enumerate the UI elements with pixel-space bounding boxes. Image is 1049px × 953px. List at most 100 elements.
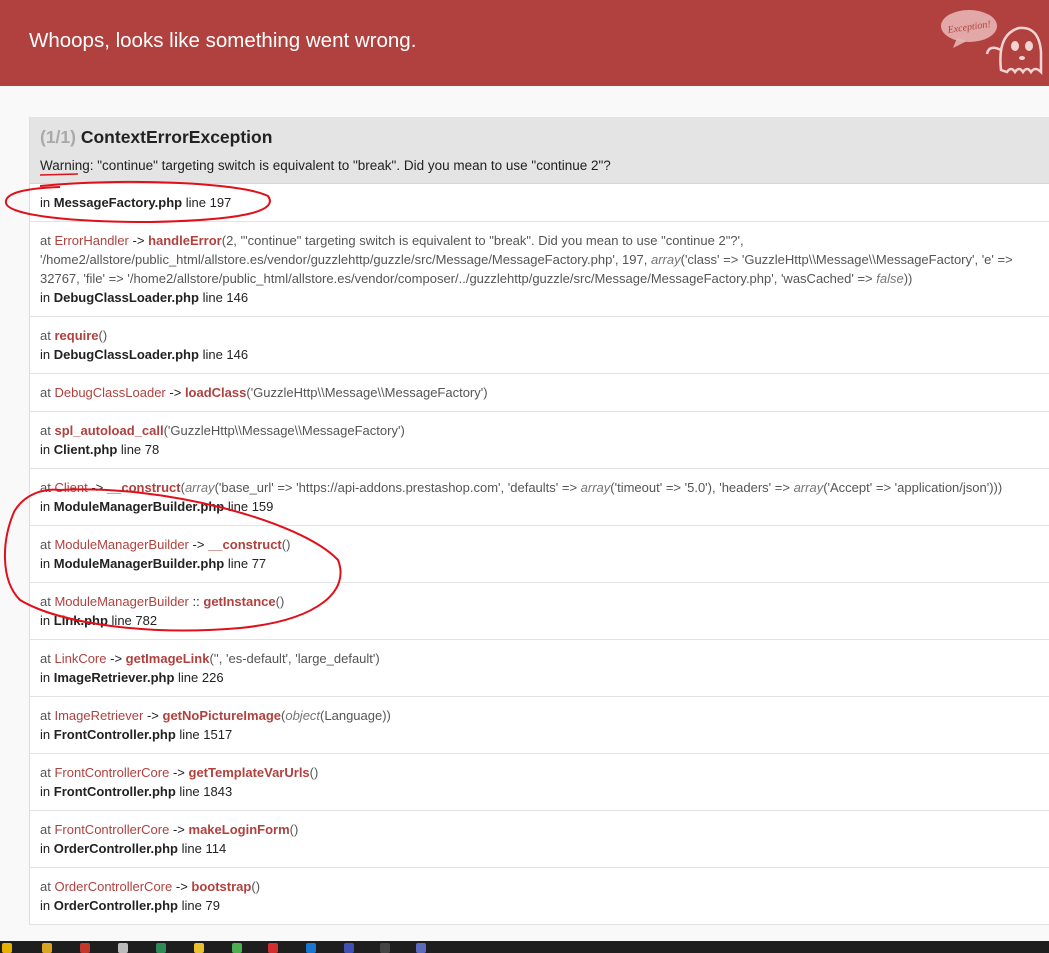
trace-args: ('timeout' => '5.0'), 'headers' => <box>610 480 794 495</box>
trace-function: handleError <box>148 233 222 248</box>
trace-line: line 77 <box>227 556 267 571</box>
trace-item: at LinkCore -> getImageLink('', 'es-defa… <box>30 640 1049 697</box>
start-icon[interactable] <box>2 943 12 953</box>
trace-line: line 146 <box>202 347 249 362</box>
trace-args: () <box>309 765 319 780</box>
trace-at: at <box>40 537 51 552</box>
trace-at: at <box>40 822 51 837</box>
trace-call: at FrontControllerCore -> makeLoginForm(… <box>40 820 1049 839</box>
app-icon[interactable] <box>232 943 242 953</box>
app-icon[interactable] <box>80 943 90 953</box>
trace-in: in <box>40 613 51 628</box>
trace-call: at ErrorHandler -> handleError(2, '"cont… <box>40 231 1049 288</box>
trace-function: spl_autoload_call <box>54 423 164 438</box>
trace-location: in ModuleManagerBuilder.php line 159 <box>40 497 1049 516</box>
trace-in: in <box>40 841 51 856</box>
app-icon[interactable] <box>380 943 390 953</box>
trace-args: () <box>98 328 108 343</box>
trace-location: in ImageRetriever.php line 226 <box>40 668 1049 687</box>
app-icon[interactable] <box>344 943 354 953</box>
trace-args: array <box>184 480 215 495</box>
trace-args: ('base_url' => 'https://api-addons.prest… <box>214 480 581 495</box>
trace-location: in Client.php line 78 <box>40 440 1049 459</box>
trace-file: DebugClassLoader.php <box>53 290 199 305</box>
trace-args: () <box>275 594 285 609</box>
trace-class: LinkCore <box>54 651 107 666</box>
trace-in: in <box>40 442 51 457</box>
trace-in: in <box>40 195 51 210</box>
trace-function: getTemplateVarUrls <box>188 765 310 780</box>
trace-file: FrontController.php <box>53 727 176 742</box>
trace-location: in ModuleManagerBuilder.php line 77 <box>40 554 1049 573</box>
trace-call: at ModuleManagerBuilder :: getInstance() <box>40 592 1049 611</box>
trace-args: false <box>876 271 904 286</box>
trace-file: ImageRetriever.php <box>53 670 175 685</box>
folder-icon[interactable] <box>42 943 52 953</box>
trace-location: in MessageFactory.php line 197 <box>40 193 1049 212</box>
trace-separator: -> <box>192 537 205 552</box>
trace-call: at require() <box>40 326 1049 345</box>
trace-class: ImageRetriever <box>54 708 144 723</box>
trace-item: in MessageFactory.php line 197 <box>30 184 1049 222</box>
app-icon[interactable] <box>416 943 426 953</box>
trace-function: __construct <box>106 480 181 495</box>
trace-separator: -> <box>132 233 145 248</box>
app-icon[interactable] <box>268 943 278 953</box>
trace-item: at FrontControllerCore -> makeLoginForm(… <box>30 811 1049 868</box>
trace-separator: -> <box>175 879 188 894</box>
exception-title: (1/1) ContextErrorException <box>40 127 272 148</box>
trace-location: in OrderController.php line 114 <box>40 839 1049 858</box>
trace-separator: -> <box>146 708 159 723</box>
trace-separator: -> <box>172 822 185 837</box>
trace-call: at OrderControllerCore -> bootstrap() <box>40 877 1049 896</box>
trace-file: Client.php <box>53 442 118 457</box>
trace-call: at DebugClassLoader -> loadClass('Guzzle… <box>40 383 1049 402</box>
trace-class: ModuleManagerBuilder <box>54 537 189 552</box>
trace-line: line 197 <box>185 195 232 210</box>
trace-class: OrderControllerCore <box>54 879 173 894</box>
trace-args: ('GuzzleHttp\\Message\\MessageFactory') <box>163 423 405 438</box>
app-icon[interactable] <box>194 943 204 953</box>
trace-in: in <box>40 499 51 514</box>
app-icon[interactable] <box>306 943 316 953</box>
trace-location: in DebugClassLoader.php line 146 <box>40 345 1049 364</box>
trace-file: FrontController.php <box>53 784 176 799</box>
trace-args: object <box>285 708 321 723</box>
trace-item: at ErrorHandler -> handleError(2, '"cont… <box>30 222 1049 317</box>
trace-item: at DebugClassLoader -> loadClass('Guzzle… <box>30 374 1049 412</box>
trace-at: at <box>40 651 51 666</box>
exception-count: (1/1) <box>40 127 76 147</box>
trace-args: ('', 'es-default', 'large_default') <box>209 651 380 666</box>
trace-args: () <box>281 537 291 552</box>
trace-function: getNoPictureImage <box>162 708 281 723</box>
trace-at: at <box>40 233 51 248</box>
app-icon[interactable] <box>156 943 166 953</box>
trace-function: require <box>54 328 99 343</box>
trace-item: at spl_autoload_call('GuzzleHttp\\Messag… <box>30 412 1049 469</box>
app-icon[interactable] <box>118 943 128 953</box>
trace-class: Client <box>54 480 88 495</box>
trace-class: FrontControllerCore <box>54 822 170 837</box>
trace-location: in FrontController.php line 1843 <box>40 782 1049 801</box>
trace-item: at ModuleManagerBuilder -> __construct()… <box>30 526 1049 583</box>
trace-function: loadClass <box>184 385 247 400</box>
trace-args: array <box>650 252 681 267</box>
trace-line: line 79 <box>181 898 220 913</box>
trace-function: __construct <box>208 537 282 552</box>
trace-in: in <box>40 556 51 571</box>
trace-file: MessageFactory.php <box>53 195 183 210</box>
trace-separator: :: <box>192 594 200 609</box>
trace-item: at require() in DebugClassLoader.php line… <box>30 317 1049 374</box>
trace-in: in <box>40 290 51 305</box>
trace-call: at Client -> __construct(array('base_url… <box>40 478 1049 497</box>
trace-at: at <box>40 385 51 400</box>
trace-location: in FrontController.php line 1517 <box>40 725 1049 744</box>
trace-location: in OrderController.php line 79 <box>40 896 1049 915</box>
trace-args: () <box>289 822 299 837</box>
trace-in: in <box>40 784 51 799</box>
trace-line: line 78 <box>120 442 160 457</box>
trace-file: ModuleManagerBuilder.php <box>53 499 225 514</box>
os-taskbar <box>0 941 1049 953</box>
trace-separator: -> <box>110 651 123 666</box>
stack-trace: in MessageFactory.php line 197 at ErrorHa… <box>30 184 1049 925</box>
